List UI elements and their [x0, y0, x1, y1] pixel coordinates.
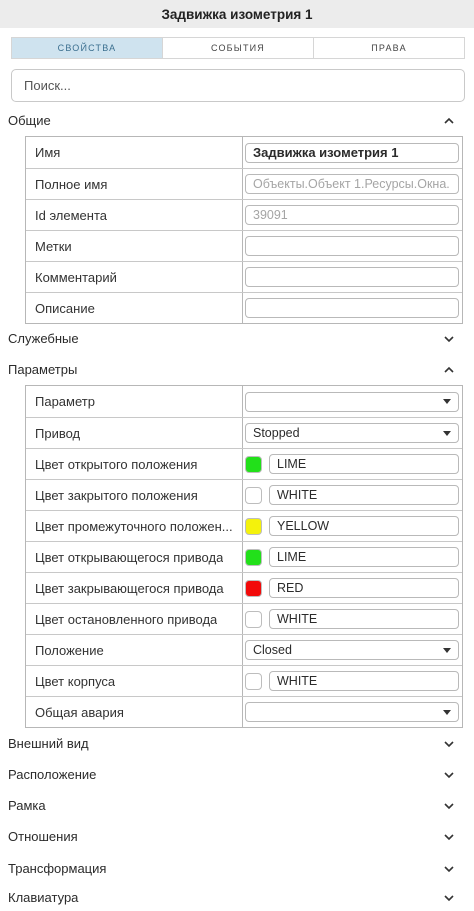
property-row-tags: Метки: [26, 230, 462, 261]
color-name-field[interactable]: YELLOW: [269, 516, 459, 536]
chevron-down-icon[interactable]: [442, 830, 456, 844]
parameter-select[interactable]: [245, 391, 459, 412]
general-properties-grid: Имя Задвижка изометрия 1 Полное имя Объе…: [25, 136, 463, 324]
params-properties-grid: Параметр Привод Stopped Цвет открытого п…: [25, 385, 463, 728]
property-label: Метки: [26, 231, 243, 261]
color-name-field[interactable]: WHITE: [269, 609, 459, 629]
chevron-down-icon[interactable]: [442, 799, 456, 813]
section-general-header[interactable]: Общие: [0, 105, 474, 136]
section-relations-header[interactable]: Отношения: [0, 821, 474, 852]
general-alarm-select[interactable]: [245, 702, 459, 722]
chevron-down-icon[interactable]: [442, 332, 456, 346]
tags-field[interactable]: [245, 236, 459, 256]
section-transform-title: Трансформация: [8, 861, 107, 876]
property-row-open-color: Цвет открытого положения LIME: [26, 448, 462, 479]
property-label: Id элемента: [26, 200, 243, 230]
chevron-down-icon[interactable]: [442, 862, 456, 876]
property-row-comment: Комментарий: [26, 261, 462, 292]
property-label: Привод: [26, 418, 243, 448]
property-row-element-id: Id элемента 39091: [26, 199, 462, 230]
chevron-up-icon[interactable]: [442, 114, 456, 128]
property-label: Цвет открытого положения: [26, 449, 243, 479]
property-label: Цвет корпуса: [26, 666, 243, 696]
color-swatch[interactable]: [245, 672, 262, 690]
caret-down-icon: [443, 430, 451, 436]
property-row-intermediate-color: Цвет промежуточного положен... YELLOW: [26, 510, 462, 541]
section-frame-header[interactable]: Рамка: [0, 790, 474, 821]
section-placement-header[interactable]: Расположение: [0, 759, 474, 790]
color-swatch[interactable]: [245, 610, 262, 628]
property-row-closing-drive-color: Цвет закрывающегося привода RED: [26, 572, 462, 603]
section-appearance-header[interactable]: Внешний вид: [0, 728, 474, 759]
chevron-down-icon[interactable]: [442, 891, 456, 905]
property-row-stopped-drive-color: Цвет остановленного привода WHITE: [26, 603, 462, 634]
chevron-down-icon[interactable]: [442, 737, 456, 751]
color-name-field[interactable]: LIME: [269, 547, 459, 567]
section-params-header[interactable]: Параметры: [0, 354, 474, 385]
search-input[interactable]: [11, 69, 465, 102]
tab-events[interactable]: СОБЫТИЯ: [163, 38, 314, 58]
section-relations-title: Отношения: [8, 829, 78, 844]
color-swatch[interactable]: [245, 579, 262, 597]
color-swatch[interactable]: [245, 455, 262, 473]
property-label: Цвет промежуточного положен...: [26, 511, 243, 541]
description-field[interactable]: [245, 298, 459, 318]
color-name-field[interactable]: WHITE: [269, 485, 459, 505]
property-label: Цвет остановленного привода: [26, 604, 243, 634]
position-select[interactable]: Closed: [245, 640, 459, 660]
chevron-up-icon[interactable]: [442, 363, 456, 377]
comment-field[interactable]: [245, 267, 459, 287]
property-row-name: Имя Задвижка изометрия 1: [26, 137, 462, 168]
property-row-description: Описание: [26, 292, 462, 323]
caret-down-icon: [443, 647, 451, 653]
window-title: Задвижка изометрия 1: [0, 0, 474, 28]
section-appearance-title: Внешний вид: [8, 736, 89, 751]
property-label: Цвет открывающегося привода: [26, 542, 243, 572]
property-row-drive: Привод Stopped: [26, 417, 462, 448]
property-label: Комментарий: [26, 262, 243, 292]
section-keyboard-header[interactable]: Клавиатура: [0, 884, 474, 911]
property-label: Цвет закрытого положения: [26, 480, 243, 510]
property-row-opening-drive-color: Цвет открывающегося привода LIME: [26, 541, 462, 572]
section-keyboard-title: Клавиатура: [8, 890, 79, 905]
property-label: Параметр: [26, 386, 243, 417]
property-label: Описание: [26, 293, 243, 323]
property-label: Полное имя: [26, 169, 243, 199]
color-name-field[interactable]: RED: [269, 578, 459, 598]
section-params-title: Параметры: [8, 362, 78, 377]
property-row-full-name: Полное имя Объекты.Объект 1.Ресурсы.Окна…: [26, 168, 462, 199]
property-row-position: Положение Closed: [26, 634, 462, 665]
section-placement-title: Расположение: [8, 767, 97, 782]
full-name-field: Объекты.Объект 1.Ресурсы.Окна.: [245, 174, 459, 194]
property-label: Общая авария: [26, 697, 243, 727]
name-field[interactable]: Задвижка изометрия 1: [245, 142, 459, 163]
section-service-title: Служебные: [8, 331, 79, 346]
section-frame-title: Рамка: [8, 798, 46, 813]
tab-bar: СВОЙСТВА СОБЫТИЯ ПРАВА: [11, 37, 465, 59]
property-label: Цвет закрывающегося привода: [26, 573, 243, 603]
property-row-body-color: Цвет корпуса WHITE: [26, 665, 462, 696]
color-swatch[interactable]: [245, 548, 262, 566]
color-name-field[interactable]: WHITE: [269, 671, 459, 691]
drive-select[interactable]: Stopped: [245, 423, 459, 443]
element-id-field: 39091: [245, 205, 459, 225]
section-service-header[interactable]: Служебные: [0, 323, 474, 354]
property-row-parameter: Параметр: [26, 386, 462, 417]
property-label: Положение: [26, 635, 243, 665]
color-name-field[interactable]: LIME: [269, 454, 459, 474]
tab-rights[interactable]: ПРАВА: [314, 38, 464, 58]
caret-down-icon: [443, 399, 451, 404]
chevron-down-icon[interactable]: [442, 768, 456, 782]
property-row-closed-color: Цвет закрытого положения WHITE: [26, 479, 462, 510]
section-transform-header[interactable]: Трансформация: [0, 853, 474, 884]
property-label: Имя: [26, 137, 243, 168]
property-row-general-alarm: Общая авария: [26, 696, 462, 727]
color-swatch[interactable]: [245, 486, 262, 504]
section-general-title: Общие: [8, 113, 51, 128]
color-swatch[interactable]: [245, 517, 262, 535]
caret-down-icon: [443, 709, 451, 715]
tab-properties[interactable]: СВОЙСТВА: [12, 38, 163, 58]
